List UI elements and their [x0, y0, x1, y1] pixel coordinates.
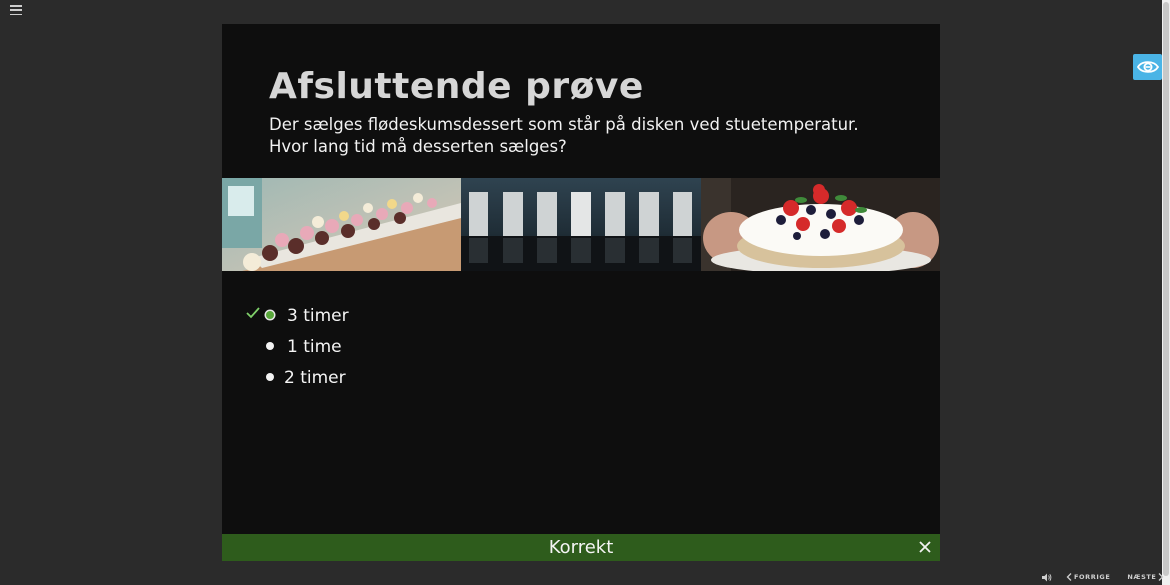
chevron-right-icon	[1158, 573, 1164, 581]
answer-label: 2 timer	[284, 368, 346, 388]
answer-label: 3 timer	[287, 306, 349, 326]
chevron-left-icon	[1066, 573, 1072, 581]
answer-option-1[interactable]: 3 timer	[222, 304, 382, 328]
page-scrollbar[interactable]	[1162, 0, 1170, 585]
slide-title: Afsluttende prøve	[269, 66, 644, 107]
close-icon[interactable]	[918, 540, 932, 554]
question-line-2: Hvor lang tid må desserten sælges?	[269, 137, 567, 156]
berry-cake-image	[701, 178, 940, 271]
radio-button[interactable]	[266, 373, 274, 381]
scrollbar-thumb[interactable]	[1163, 2, 1169, 576]
menu-icon[interactable]	[10, 5, 22, 15]
feedback-text: Korrekt	[548, 537, 614, 558]
previous-button[interactable]: FORRIGE	[1066, 573, 1110, 581]
accessibility-eye-button[interactable]	[1133, 54, 1162, 80]
image-strip	[222, 178, 940, 271]
previous-label: FORRIGE	[1074, 573, 1111, 581]
answer-option-3[interactable]: 2 timer	[222, 366, 382, 390]
radio-button-selected[interactable]	[266, 311, 274, 319]
doors-hallway-image	[461, 178, 701, 271]
feedback-bar: Korrekt	[222, 534, 940, 561]
question-line-1: Der sælges flødeskumsdessert som står på…	[269, 115, 859, 134]
cupcakes-display-image	[222, 178, 461, 271]
eye-icon	[1136, 61, 1159, 73]
next-label: NÆSTE	[1127, 573, 1157, 581]
answer-option-2[interactable]: 1 time	[222, 335, 382, 359]
question-text: Der sælges flødeskumsdessert som står på…	[269, 114, 909, 158]
volume-icon[interactable]	[1042, 573, 1052, 582]
quiz-slide: Afsluttende prøve Der sælges flødeskumsd…	[222, 24, 940, 561]
next-button[interactable]: NÆSTE	[1127, 573, 1164, 581]
player-controls: FORRIGE NÆSTE	[1042, 571, 1164, 583]
answer-label: 1 time	[287, 337, 342, 357]
radio-button[interactable]	[266, 342, 274, 350]
checkmark-icon	[246, 307, 260, 319]
